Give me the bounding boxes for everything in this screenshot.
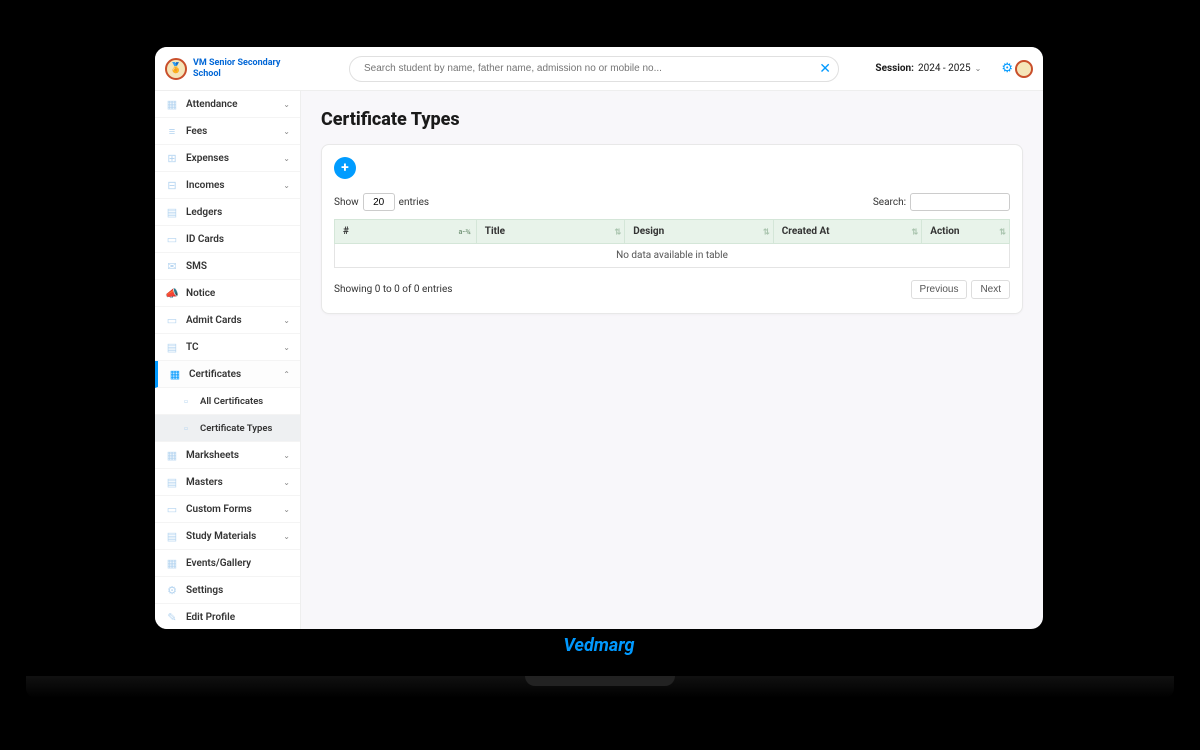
doc-icon: ▫: [179, 421, 193, 435]
book-icon: ▤: [165, 529, 179, 543]
data-table: # a-¾ Title ⇅ Design ⇅: [334, 219, 1010, 268]
form-icon: ▭: [165, 502, 179, 516]
topbar: 🏅 VM Senior Secondary School ✕ Session: …: [155, 47, 1043, 91]
next-button[interactable]: Next: [971, 280, 1010, 299]
global-search: ✕: [349, 56, 839, 82]
show-prefix: Show: [334, 197, 359, 208]
expenses-icon: ⊞: [165, 151, 179, 165]
session-selector[interactable]: Session: 2024 - 2025 ⌄: [875, 63, 981, 74]
avatar[interactable]: [1015, 60, 1033, 78]
chevron-down-icon: ⌄: [283, 478, 290, 487]
add-button[interactable]: +: [334, 157, 356, 179]
table-info: Showing 0 to 0 of 0 entries: [334, 284, 452, 295]
sidebar-item-tc[interactable]: ▤ TC ⌄: [155, 334, 300, 361]
incomes-icon: ⊟: [165, 178, 179, 192]
school-name: VM Senior Secondary School: [193, 58, 299, 80]
megaphone-icon: 📣: [165, 286, 179, 300]
table-footer: Showing 0 to 0 of 0 entries Previous Nex…: [334, 280, 1010, 299]
pagination: Previous Next: [911, 280, 1010, 299]
school-logo-icon: 🏅: [165, 58, 187, 80]
doc-icon: ▫: [179, 394, 193, 408]
sidebar-item-studymaterials[interactable]: ▤ Study Materials ⌄: [155, 523, 300, 550]
school-brand[interactable]: 🏅 VM Senior Secondary School: [165, 58, 299, 80]
show-suffix: entries: [399, 197, 429, 208]
chevron-down-icon: ⌄: [283, 343, 290, 352]
gear-icon[interactable]: ⚙: [1001, 61, 1013, 76]
gear-icon: ⚙: [165, 583, 179, 597]
table-search-label: Search:: [873, 197, 906, 208]
sidebar-item-customforms[interactable]: ▭ Custom Forms ⌄: [155, 496, 300, 523]
col-number[interactable]: # a-¾: [335, 220, 477, 244]
page-title: Certificate Types: [321, 109, 1023, 130]
col-action[interactable]: Action ⇅: [922, 220, 1010, 244]
sidebar-item-idcards[interactable]: ▭ ID Cards: [155, 226, 300, 253]
sort-indicator: a-¾: [459, 228, 471, 236]
chevron-up-icon: ⌃: [283, 370, 290, 379]
app-screen: 🏅 VM Senior Secondary School ✕ Session: …: [155, 47, 1043, 629]
empty-message: No data available in table: [335, 244, 1010, 268]
sidebar-item-masters[interactable]: ▤ Masters ⌄: [155, 469, 300, 496]
session-value: 2024 - 2025: [918, 63, 971, 74]
certificate-icon: ▦: [168, 367, 182, 381]
sort-icon: ⇅: [912, 227, 917, 236]
marksheet-icon: ▦: [165, 448, 179, 462]
sidebar-item-incomes[interactable]: ⊟ Incomes ⌄: [155, 172, 300, 199]
gallery-icon: ▦: [165, 556, 179, 570]
masters-icon: ▤: [165, 475, 179, 489]
chevron-down-icon: ⌄: [283, 316, 290, 325]
prev-button[interactable]: Previous: [911, 280, 968, 299]
laptop-brand: Vedmarg: [110, 631, 1088, 659]
tc-icon: ▤: [165, 340, 179, 354]
sidebar-item-events[interactable]: ▦ Events/Gallery: [155, 550, 300, 577]
content-card: + Show entries Search:: [321, 144, 1023, 314]
sidebar-item-ledgers[interactable]: ▤ Ledgers: [155, 199, 300, 226]
table-search-input[interactable]: [910, 193, 1010, 211]
chevron-down-icon: ⌄: [283, 181, 290, 190]
sort-icon: ⇅: [615, 227, 620, 236]
admitcard-icon: ▭: [165, 313, 179, 327]
empty-row: No data available in table: [335, 244, 1010, 268]
profile-icon: ✎: [165, 610, 179, 624]
chevron-down-icon: ⌄: [283, 100, 290, 109]
laptop-notch: [525, 676, 675, 686]
sidebar-item-notice[interactable]: 📣 Notice: [155, 280, 300, 307]
sort-icon: ⇅: [763, 227, 768, 236]
ledger-icon: ▤: [165, 205, 179, 219]
col-title[interactable]: Title ⇅: [476, 220, 625, 244]
session-label: Session:: [875, 63, 914, 74]
sidebar-item-expenses[interactable]: ⊞ Expenses ⌄: [155, 145, 300, 172]
sidebar-item-sms[interactable]: ✉ SMS: [155, 253, 300, 280]
main-content: Certificate Types + Show entries Search:: [301, 91, 1043, 629]
sidebar-sub-certificate-types[interactable]: ▫ Certificate Types: [155, 415, 300, 442]
header-actions: ⚙: [1001, 60, 1033, 78]
sidebar-item-certificates[interactable]: ▦ Certificates ⌃: [155, 361, 300, 388]
sidebar-item-settings[interactable]: ⚙ Settings: [155, 577, 300, 604]
idcard-icon: ▭: [165, 232, 179, 246]
sidebar-sub-all-certificates[interactable]: ▫ All Certificates: [155, 388, 300, 415]
entries-input[interactable]: [363, 193, 395, 211]
chevron-down-icon: ⌄: [283, 505, 290, 514]
chevron-down-icon: ⌄: [283, 532, 290, 541]
col-design[interactable]: Design ⇅: [625, 220, 774, 244]
sidebar-item-admitcards[interactable]: ▭ Admit Cards ⌄: [155, 307, 300, 334]
clear-search-icon[interactable]: ✕: [819, 61, 831, 77]
money-icon: ≡: [165, 124, 179, 138]
sms-icon: ✉: [165, 259, 179, 273]
sidebar: ▦ Attendance ⌄ ≡ Fees ⌄ ⊞ Expenses ⌄ ⊟ I…: [155, 91, 301, 629]
laptop-frame: 🏅 VM Senior Secondary School ✕ Session: …: [130, 22, 1068, 647]
chevron-down-icon: ⌄: [283, 154, 290, 163]
chevron-down-icon: ⌄: [975, 64, 982, 73]
chevron-down-icon: ⌄: [283, 451, 290, 460]
col-created[interactable]: Created At ⇅: [773, 220, 922, 244]
sidebar-item-attendance[interactable]: ▦ Attendance ⌄: [155, 91, 300, 118]
calendar-icon: ▦: [165, 97, 179, 111]
sidebar-item-fees[interactable]: ≡ Fees ⌄: [155, 118, 300, 145]
chevron-down-icon: ⌄: [283, 127, 290, 136]
sort-icon: ⇅: [999, 227, 1004, 236]
sidebar-item-marksheets[interactable]: ▦ Marksheets ⌄: [155, 442, 300, 469]
table-controls: Show entries Search:: [334, 193, 1010, 211]
body: ▦ Attendance ⌄ ≡ Fees ⌄ ⊞ Expenses ⌄ ⊟ I…: [155, 91, 1043, 629]
search-input[interactable]: [349, 56, 839, 82]
sidebar-item-editprofile[interactable]: ✎ Edit Profile: [155, 604, 300, 629]
